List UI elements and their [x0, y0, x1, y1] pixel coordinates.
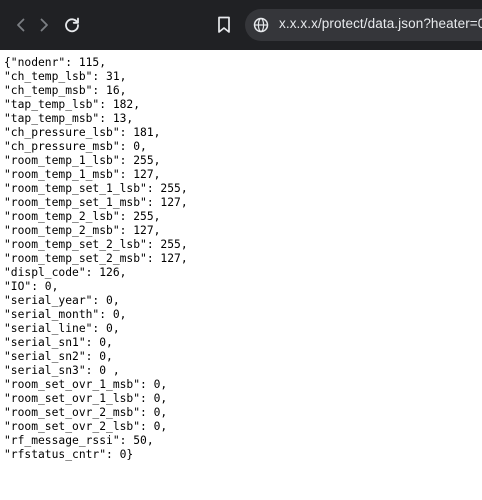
json-line: "room_temp_set_2_lsb": 255, [4, 238, 188, 251]
json-line: "tap_temp_msb": 13, [4, 112, 134, 125]
json-line: "room_temp_set_1_msb": 127, [4, 196, 188, 209]
arrow-left-icon [17, 18, 25, 32]
bookmark-icon [218, 16, 230, 33]
json-line: "room_temp_2_msb": 127, [4, 224, 161, 237]
bookmark-button[interactable] [212, 13, 236, 37]
reload-icon [65, 17, 79, 33]
json-line: "serial_sn2": 0, [4, 350, 113, 363]
json-body: {"nodenr": 115, "ch_temp_lsb": 31, "ch_tem… [4, 56, 188, 462]
json-line: "room_set_ovr_1_msb": 0, [4, 378, 168, 391]
json-line: "room_temp_2_lsb": 255, [4, 210, 161, 223]
json-line: "room_temp_1_msb": 127, [4, 168, 161, 181]
json-line: "serial_month": 0, [4, 308, 127, 321]
json-line: "ch_temp_lsb": 31, [4, 70, 127, 83]
json-line: {"nodenr": 115, [4, 56, 107, 69]
reload-button[interactable] [59, 12, 85, 38]
json-line: "ch_temp_msb": 16, [4, 84, 127, 97]
json-line: "room_temp_set_2_msb": 127, [4, 252, 188, 265]
json-line: "rfstatus_cntr": 0} [4, 448, 134, 461]
json-line: "room_set_ovr_2_msb": 0, [4, 406, 168, 419]
json-line: "tap_temp_lsb": 182, [4, 98, 141, 111]
url-text[interactable]: x.x.x.x/protect/data.json?heater=0 [279, 16, 482, 31]
site-info-icon[interactable] [253, 17, 269, 33]
page-content: {"nodenr": 115, "ch_temp_lsb": 31, "ch_tem… [0, 50, 482, 500]
json-line: "room_temp_set_1_lsb": 255, [4, 182, 188, 195]
json-line: "ch_pressure_msb": 0, [4, 140, 147, 153]
json-line: "ch_pressure_lsb": 181, [4, 126, 161, 139]
json-line: "serial_sn3": 0 , [4, 364, 120, 377]
json-line: "serial_year": 0, [4, 294, 120, 307]
json-line: "serial_sn1": 0, [4, 336, 113, 349]
address-bar[interactable]: x.x.x.x/protect/data.json?heater=0 [245, 9, 482, 41]
browser-toolbar: x.x.x.x/protect/data.json?heater=0 [0, 0, 482, 50]
json-line: "IO": 0, [4, 280, 59, 293]
json-line: "serial_line": 0, [4, 322, 120, 335]
json-line: "rf_message_rssi": 50, [4, 434, 154, 447]
json-line: "displ_code": 126, [4, 266, 127, 279]
forward-button[interactable] [31, 12, 57, 38]
json-line: "room_set_ovr_2_lsb": 0, [4, 420, 168, 433]
arrow-right-icon [40, 18, 48, 32]
json-line: "room_temp_1_lsb": 255, [4, 154, 161, 167]
json-line: "room_set_ovr_1_lsb": 0, [4, 392, 168, 405]
